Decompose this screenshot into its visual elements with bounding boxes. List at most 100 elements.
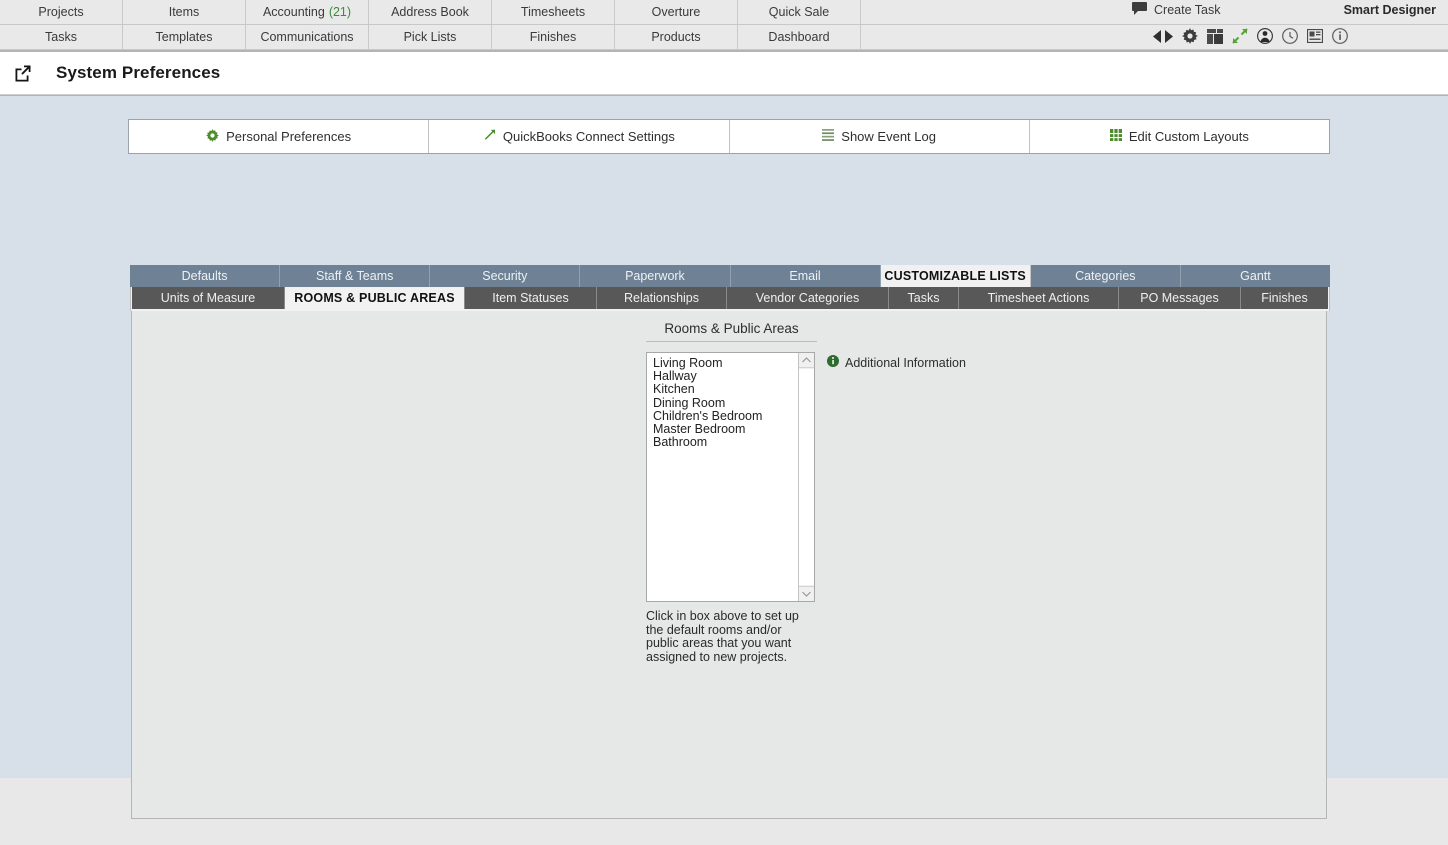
nav-item-finishes[interactable]: Finishes (492, 25, 615, 49)
rooms-listbox[interactable]: Living Room Hallway Kitchen Dining Room Chil… (646, 352, 815, 602)
nav-item-products[interactable]: Products (615, 25, 738, 49)
quickbooks-connect-settings-label: QuickBooks Connect Settings (502, 129, 675, 144)
subtab-po-messages[interactable]: PO Messages (1119, 287, 1241, 309)
tab-categories[interactable]: Categories (1030, 265, 1181, 287)
primary-button-row: Personal Preferences QuickBooks Connect … (128, 119, 1330, 154)
top-nav-right-section: Create Task Smart Designer (1118, 0, 1448, 48)
tab-label: Security (482, 269, 528, 283)
level3-tab-bar: Units of Measure ROOMS & PUBLIC AREAS Item… (132, 287, 1328, 309)
rooms-help-text: Click in box above to set up the default… (646, 609, 799, 664)
additional-information-link[interactable]: Additional Information (827, 355, 966, 370)
nav-item-items[interactable]: Items (123, 0, 246, 24)
edit-custom-layouts-label: Edit Custom Layouts (1128, 129, 1249, 144)
nav-item-label: Products (651, 30, 701, 44)
top-navigation-bar: Projects Items Accounting (21) Address Book T… (0, 0, 1448, 52)
personal-preferences-button[interactable]: Personal Preferences (129, 120, 430, 153)
level2-tab-bar: Defaults Staff & Teams Security Paperwork Em… (130, 265, 1330, 287)
nav-item-label: Pick Lists (403, 30, 457, 44)
subtab-units-of-measure[interactable]: Units of Measure (132, 287, 285, 309)
subtab-label: ROOMS & PUBLIC AREAS (294, 291, 455, 305)
nav-item-label: Finishes (529, 30, 577, 44)
subtab-rooms-public-areas[interactable]: ROOMS & PUBLIC AREAS (285, 287, 465, 309)
create-task-button[interactable]: Create Task (1132, 2, 1220, 18)
scrollbar-track[interactable] (799, 369, 814, 585)
scroll-down-button[interactable] (799, 586, 814, 601)
list-item[interactable]: Kitchen (653, 383, 798, 396)
brand-label: Smart Designer (1343, 3, 1436, 17)
card-icon[interactable] (1307, 29, 1323, 43)
tab-label: Categories (1075, 269, 1136, 283)
scroll-up-button[interactable] (799, 353, 814, 368)
show-event-log-button[interactable]: Show Event Log (729, 120, 1030, 153)
nav-item-templates[interactable]: Templates (123, 25, 246, 49)
subtab-tasks[interactable]: Tasks (889, 287, 959, 309)
subtab-label: Vendor Categories (755, 291, 860, 305)
tab-gantt[interactable]: Gantt (1180, 265, 1330, 287)
tab-label: CUSTOMIZABLE LISTS (884, 269, 1026, 283)
subtab-label: Finishes (1261, 291, 1308, 305)
rooms-and-public-areas-section: Rooms & Public Areas Living Room Hallway K… (646, 321, 817, 664)
nav-item-timesheets[interactable]: Timesheets (492, 0, 615, 24)
nav-item-projects[interactable]: Projects (0, 0, 123, 24)
clock-icon[interactable] (1282, 28, 1298, 44)
nav-item-dashboard[interactable]: Dashboard (738, 25, 861, 49)
arrow-diagonal-icon (483, 128, 496, 145)
nav-arrows[interactable] (1153, 29, 1173, 43)
external-link-icon[interactable] (14, 64, 32, 82)
nav-item-label: Quick Sale (768, 5, 830, 19)
nav-item-label: Overture (651, 5, 701, 19)
tab-defaults[interactable]: Defaults (130, 265, 281, 287)
personal-preferences-label: Personal Preferences (226, 129, 352, 144)
nav-item-accounting[interactable]: Accounting (21) (246, 0, 369, 24)
tab-security[interactable]: Security (430, 265, 581, 287)
tab-label: Gantt (1240, 269, 1271, 283)
tab-paperwork[interactable]: Paperwork (580, 265, 731, 287)
tab-label: Staff & Teams (316, 269, 394, 283)
edit-custom-layouts-button[interactable]: Edit Custom Layouts (1029, 120, 1329, 153)
windows-icon[interactable] (1207, 28, 1223, 44)
nav-item-label: Dashboard (768, 30, 830, 44)
subtab-finishes[interactable]: Finishes (1241, 287, 1328, 309)
page-title: System Preferences (56, 63, 221, 82)
speech-bubble-icon (1132, 2, 1147, 18)
list-item[interactable]: Bathroom (653, 436, 798, 449)
gear-icon[interactable] (1182, 28, 1198, 44)
nav-item-address-book[interactable]: Address Book (369, 0, 492, 24)
user-icon[interactable] (1257, 28, 1273, 44)
grid-icon (1109, 129, 1122, 144)
nav-item-label: Items (168, 5, 200, 19)
tab-staff-teams[interactable]: Staff & Teams (280, 265, 431, 287)
tab-label: Defaults (181, 269, 228, 283)
page-backdrop: Personal Preferences QuickBooks Connect … (0, 95, 1448, 819)
subtab-timesheet-actions[interactable]: Timesheet Actions (959, 287, 1119, 309)
listbox-scrollbar[interactable] (798, 353, 814, 601)
subtab-label: Timesheet Actions (987, 291, 1090, 305)
list-icon (822, 129, 835, 144)
nav-item-label: Address Book (391, 5, 469, 19)
tab-customizable-lists[interactable]: CUSTOMIZABLE LISTS (880, 265, 1031, 287)
subtab-item-statuses[interactable]: Item Statuses (465, 287, 597, 309)
expand-icon[interactable] (1232, 28, 1248, 44)
info-circle-icon (827, 355, 839, 370)
quickbooks-connect-settings-button[interactable]: QuickBooks Connect Settings (429, 120, 730, 153)
nav-item-tasks[interactable]: Tasks (0, 25, 123, 49)
additional-information-label: Additional Information (845, 355, 966, 370)
section-title: Rooms & Public Areas (646, 321, 817, 342)
nav-item-label: Projects (38, 5, 84, 19)
nav-item-quick-sale[interactable]: Quick Sale (738, 0, 861, 24)
level2-panel-body: Units of Measure ROOMS & PUBLIC AREAS Item… (130, 287, 1330, 311)
nav-item-label: Templates (155, 30, 213, 44)
nav-item-overture[interactable]: Overture (615, 0, 738, 24)
preferences-panel: Defaults Staff & Teams Security Paperwork Em… (130, 265, 1330, 845)
subtab-label: Tasks (907, 291, 940, 305)
list-item[interactable]: Dining Room (653, 396, 798, 410)
tab-email[interactable]: Email (730, 265, 881, 287)
show-event-log-label: Show Event Log (841, 129, 936, 144)
subtab-vendor-categories[interactable]: Vendor Categories (727, 287, 889, 309)
nav-item-pick-lists[interactable]: Pick Lists (369, 25, 492, 49)
nav-item-communications[interactable]: Communications (246, 25, 369, 49)
page-header: System Preferences (0, 52, 1448, 95)
info-icon[interactable] (1332, 28, 1348, 44)
subtab-relationships[interactable]: Relationships (597, 287, 727, 309)
rooms-listbox-items[interactable]: Living Room Hallway Kitchen Dining Room Chil… (647, 353, 798, 601)
